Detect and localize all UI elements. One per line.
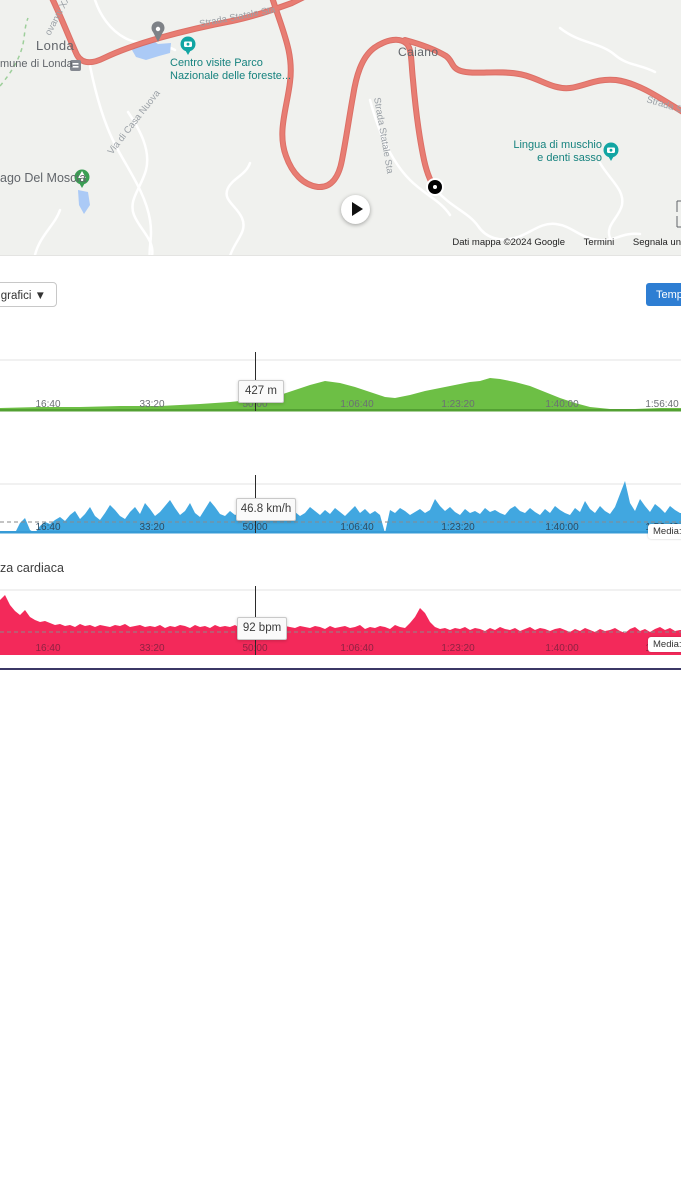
route-map[interactable]: Strada Statale Sta ovanni XXIII Via di C… <box>0 0 681 256</box>
map-label-lingua-line2: e denti sasso <box>505 152 602 165</box>
charts-menu-button[interactable]: a grafici ▼ <box>0 282 57 307</box>
play-button[interactable] <box>341 195 370 224</box>
elevation-chart[interactable]: 16:4033:2050:001:06:401:23:201:40:001:56… <box>0 350 681 412</box>
map-canvas: Strada Statale Sta ovanni XXIII Via di C… <box>0 0 681 255</box>
axis-tick: 16:40 <box>35 399 60 410</box>
map-label-lingua-line1: Lingua di muschio <box>505 139 602 152</box>
building-icon-detail <box>73 66 79 68</box>
axis-tick: 1:40:00 <box>545 643 579 654</box>
play-icon <box>352 202 363 216</box>
map-label-lago-del-moscia: ago Del Moscia <box>0 171 86 185</box>
axis-tick: 1:06:40 <box>340 399 374 410</box>
speed-average-badge: Media: <box>648 524 681 539</box>
axis-tick: 33:20 <box>139 399 164 410</box>
attribution-report-link[interactable]: Segnala un <box>633 237 681 248</box>
building-icon-detail <box>73 63 79 65</box>
axis-tick: 1:23:20 <box>441 522 475 533</box>
heart-rate-cursor-tooltip: 92 bpm <box>237 617 287 640</box>
axis-tick: 16:40 <box>35 522 60 533</box>
axis-tick: 1:23:20 <box>441 399 475 410</box>
speed-chart-canvas[interactable]: 16:4033:2050:001:06:401:23:201:40:001:56… <box>0 473 681 534</box>
attribution-data: Dati mappa ©2024 Google <box>452 237 565 248</box>
elevation-chart-canvas[interactable]: 16:4033:2050:001:06:401:23:201:40:001:56… <box>0 350 681 412</box>
map-label-lingua: Lingua di muschio e denti sasso <box>505 139 602 165</box>
axis-tick: 1:40:00 <box>545 399 579 410</box>
map-attribution: Dati mappa ©2024 Google Termini Segnala … <box>452 237 681 248</box>
axis-tick: 1:06:40 <box>340 522 374 533</box>
tempo-toggle-button[interactable]: Tempo <box>646 283 681 306</box>
axis-tick: 33:20 <box>139 522 164 533</box>
activity-analysis-page: Strada Statale Sta ovanni XXIII Via di C… <box>0 0 681 1200</box>
elevation-cursor-tooltip: 427 m <box>238 380 284 403</box>
heart-rate-chart-canvas[interactable]: 16:4033:2050:001:06:401:23:201:40:001:56… <box>0 583 681 656</box>
speed-chart[interactable]: 16:4033:2050:001:06:401:23:201:40:001:56… <box>0 473 681 534</box>
map-label-comune-di-londa: mune di Londa <box>0 58 73 70</box>
speed-cursor-tooltip: 46.8 km/h <box>236 498 296 521</box>
map-label-centro-line1: Centro visite Parco <box>170 57 291 70</box>
axis-tick: 1:23:20 <box>441 643 475 654</box>
heart-rate-average-badge: Media: <box>648 637 681 652</box>
axis-tick: 1:40:00 <box>545 522 579 533</box>
axis-tick: 16:40 <box>35 643 60 654</box>
attribution-terms-link[interactable]: Termini <box>584 237 615 248</box>
axis-tick: 1:06:40 <box>340 643 374 654</box>
map-label-londa: Londa <box>36 38 74 53</box>
map-label-caiano: Caiano <box>398 45 438 59</box>
heart-rate-chart[interactable]: 16:4033:2050:001:06:401:23:201:40:001:56… <box>0 583 681 656</box>
current-position-dot <box>426 178 444 196</box>
axis-tick: 33:20 <box>139 643 164 654</box>
map-label-centro-visite: Centro visite Parco Nazionale delle fore… <box>170 57 291 83</box>
map-label-centro-line2: Nazionale delle foreste... <box>170 70 291 83</box>
heart-rate-chart-title: za cardiaca <box>0 561 64 575</box>
axis-tick: 1:56:40 <box>645 399 679 410</box>
section-divider <box>0 668 681 670</box>
